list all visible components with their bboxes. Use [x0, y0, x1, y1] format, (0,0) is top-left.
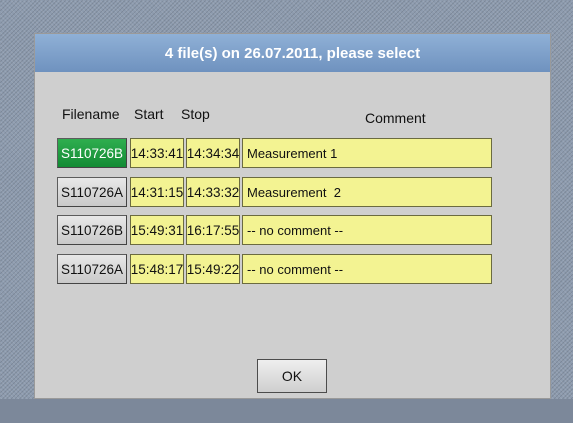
stop-time-field: 14:34:34 — [186, 138, 240, 168]
header-stop: Stop — [181, 106, 210, 122]
stop-time-field: 15:49:22 — [186, 254, 240, 284]
dialog-title-bar: 4 file(s) on 26.07.2011, please select — [35, 34, 550, 72]
header-filename: Filename — [62, 106, 120, 122]
comment-field[interactable]: -- no comment -- — [242, 254, 492, 284]
stop-time-field: 14:33:32 — [186, 177, 240, 207]
header-start: Start — [134, 106, 164, 122]
file-button-selected[interactable]: S110726B — [57, 138, 127, 168]
file-button[interactable]: S110726A — [57, 177, 127, 207]
file-select-dialog: 4 file(s) on 26.07.2011, please select F… — [34, 33, 551, 399]
background-status-strip — [0, 399, 573, 423]
start-time-field: 15:49:31 — [130, 215, 184, 245]
start-time-field: 14:31:15 — [130, 177, 184, 207]
comment-field[interactable]: -- no comment -- — [242, 215, 492, 245]
header-comment: Comment — [365, 110, 426, 126]
comment-field[interactable]: Measurement 2 — [242, 177, 492, 207]
file-button[interactable]: S110726A — [57, 254, 127, 284]
comment-field[interactable]: Measurement 1 — [242, 138, 492, 168]
ok-button[interactable]: OK — [257, 359, 327, 393]
start-time-field: 14:33:41 — [130, 138, 184, 168]
start-time-field: 15:48:17 — [130, 254, 184, 284]
stop-time-field: 16:17:55 — [186, 215, 240, 245]
file-button[interactable]: S110726B — [57, 215, 127, 245]
dialog-title: 4 file(s) on 26.07.2011, please select — [164, 44, 421, 62]
